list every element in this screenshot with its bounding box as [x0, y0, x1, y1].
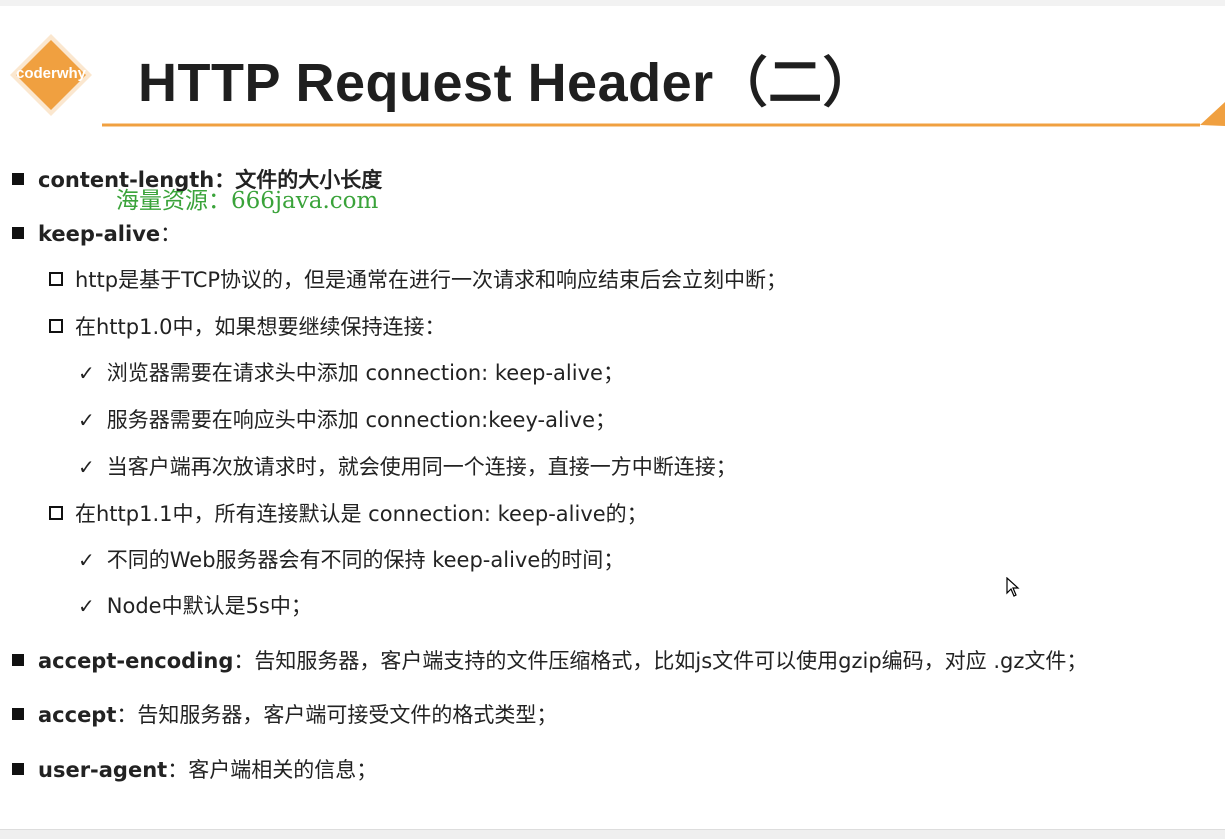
item-key: keep-alive [38, 222, 161, 246]
check-item-text: 不同的Web服务器会有不同的保持 keep-alive的时间； [106, 548, 625, 572]
bullet-square-icon [12, 173, 24, 185]
item-accept-encoding: accept-encoding：告知服务器，客户端支持的文件压缩格式，比如js文… [12, 647, 1087, 675]
subitem-text: 在http1.0中，如果想要继续保持连接： [75, 315, 446, 339]
check-item: ✓ 服务器需要在响应头中添加 connection:keey-alive； [78, 406, 616, 434]
bullet-square-icon [12, 708, 24, 720]
check-item: ✓ 浏览器需要在请求头中添加 connection: keep-alive； [78, 359, 624, 387]
checkmark-icon: ✓ [78, 361, 95, 385]
subitem-text: http是基于TCP协议的，但是通常在进行一次请求和响应结束后会立刻中断； [75, 268, 788, 292]
checkmark-icon: ✓ [78, 455, 95, 479]
check-item-text: Node中默认是5s中； [106, 594, 312, 618]
keep-alive-subitem-2: 在http1.0中，如果想要继续保持连接： [49, 313, 446, 341]
bullet-hollow-square-icon [49, 319, 63, 333]
bullet-hollow-square-icon [49, 506, 63, 520]
coderwhy-logo: coderwhy [8, 32, 94, 118]
item-desc: ：告知服务器，客户端支持的文件压缩格式，比如js文件可以使用gzip编码，对应 … [233, 649, 1088, 673]
check-item-text: 当客户端再次放请求时，就会使用同一个连接，直接一方中断连接； [106, 455, 737, 479]
title-underline [102, 102, 1225, 127]
item-accept: accept：告知服务器，客户端可接受文件的格式类型； [12, 701, 557, 729]
checkmark-icon: ✓ [78, 408, 95, 432]
item-desc: ：告知服务器，客户端可接受文件的格式类型； [116, 703, 558, 727]
status-bar [0, 829, 1225, 839]
bullet-square-icon [12, 763, 24, 775]
subitem-text: 在http1.1中，所有连接默认是 connection: keep-alive… [75, 502, 648, 526]
check-item: ✓ Node中默认是5s中； [78, 592, 312, 620]
watermark: 海量资源：666java.com [116, 188, 379, 214]
item-keep-alive: keep-alive： [12, 220, 181, 248]
checkmark-icon: ✓ [78, 548, 95, 572]
mouse-pointer-icon [1006, 577, 1020, 597]
bullet-hollow-square-icon [49, 272, 63, 286]
item-key: accept-encoding [38, 649, 234, 673]
item-key: user-agent [38, 758, 168, 782]
check-item: ✓ 不同的Web服务器会有不同的保持 keep-alive的时间； [78, 546, 624, 574]
bullet-square-icon [12, 654, 24, 666]
item-key: accept [38, 703, 117, 727]
keep-alive-subitem-3: 在http1.1中，所有连接默认是 connection: keep-alive… [49, 500, 648, 528]
check-item: ✓ 当客户端再次放请求时，就会使用同一个连接，直接一方中断连接； [78, 453, 737, 481]
check-item-text: 服务器需要在响应头中添加 connection:keey-alive； [106, 408, 616, 432]
check-item-text: 浏览器需要在请求头中添加 connection: keep-alive； [106, 361, 624, 385]
checkmark-icon: ✓ [78, 594, 95, 618]
item-desc: ： [160, 222, 182, 246]
bullet-square-icon [12, 227, 24, 239]
logo-text: coderwhy [15, 65, 87, 82]
item-user-agent: user-agent：客户端相关的信息； [12, 756, 377, 784]
item-desc: ：客户端相关的信息； [167, 758, 378, 782]
keep-alive-subitem-1: http是基于TCP协议的，但是通常在进行一次请求和响应结束后会立刻中断； [49, 266, 787, 294]
top-bar [0, 0, 1225, 6]
